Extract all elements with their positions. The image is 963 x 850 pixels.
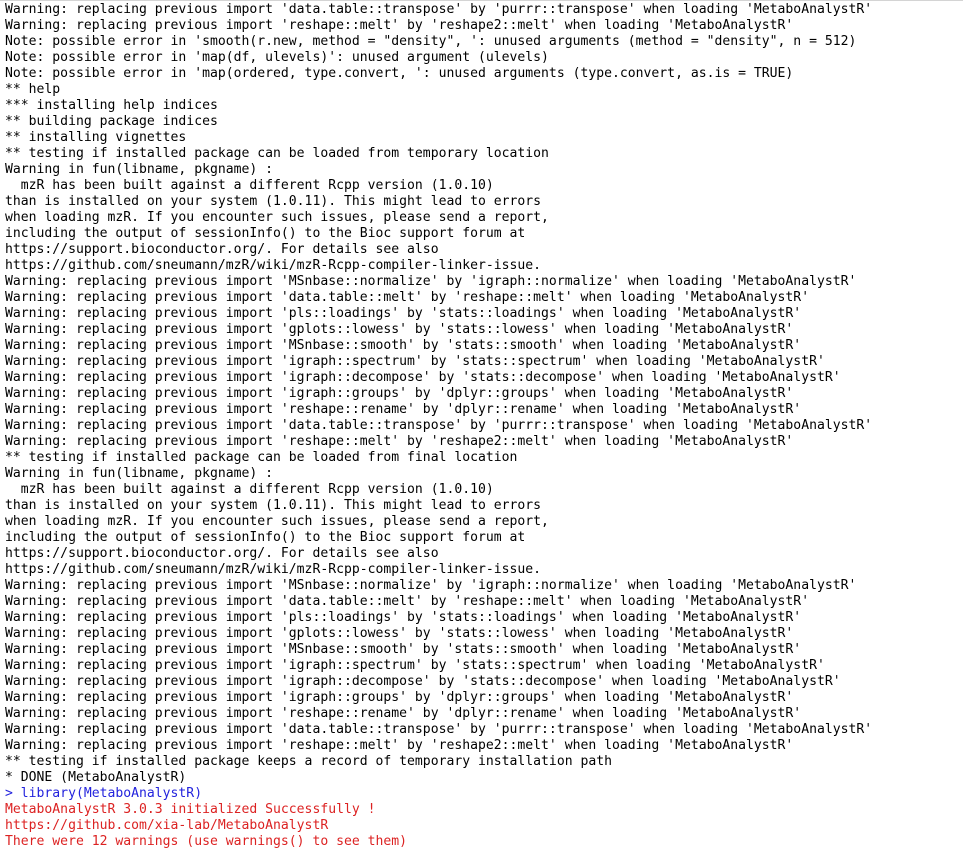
console-line: Warning: replacing previous import 'igra… xyxy=(5,354,825,369)
console-line: ** testing if installed package keeps a … xyxy=(5,754,612,769)
console-line: Warning: replacing previous import 'resh… xyxy=(5,18,794,33)
console-line: There were 12 warnings (use warnings() t… xyxy=(5,834,408,849)
console-line: Warning: replacing previous import 'resh… xyxy=(5,402,802,417)
console-line: ** testing if installed package can be l… xyxy=(5,146,549,161)
console-line: https://github.com/xia-lab/MetaboAnalyst… xyxy=(5,818,329,833)
console-line: than is installed on your system (1.0.11… xyxy=(5,498,542,513)
console-line: Warning: replacing previous import 'igra… xyxy=(5,690,794,705)
console-line: ** testing if installed package can be l… xyxy=(5,450,518,465)
console-line: Warning: replacing previous import 'gplo… xyxy=(5,626,794,641)
console-line: Warning: replacing previous import 'pls:… xyxy=(5,306,802,321)
console-line: Warning: replacing previous import 'data… xyxy=(5,418,873,433)
console-line: Warning: replacing previous import 'gplo… xyxy=(5,322,794,337)
console-line: Warning: replacing previous import 'data… xyxy=(5,290,810,305)
console-line: *** installing help indices xyxy=(5,98,218,113)
console-line: https://support.bioconductor.org/. For d… xyxy=(5,242,439,257)
console-line: Warning: replacing previous import 'data… xyxy=(5,594,810,609)
console-line: including the output of sessionInfo() to… xyxy=(5,226,526,241)
console-line: Warning: replacing previous import 'resh… xyxy=(5,434,794,449)
console-line: ** building package indices xyxy=(5,114,218,129)
console-line: Warning: replacing previous import 'igra… xyxy=(5,370,841,385)
console-line: * DONE (MetaboAnalystR) xyxy=(5,770,187,785)
console-line: Warning: replacing previous import 'data… xyxy=(5,722,873,737)
console-line: Warning: replacing previous import 'igra… xyxy=(5,386,794,401)
console-line: Warning: replacing previous import 'resh… xyxy=(5,706,802,721)
console-line: ** help xyxy=(5,82,61,97)
console-line: Warning: replacing previous import 'igra… xyxy=(5,658,825,673)
console-line: Warning: replacing previous import 'data… xyxy=(5,2,873,17)
console-line: Warning: replacing previous import 'igra… xyxy=(5,674,841,689)
console-line: Warning: replacing previous import 'MSnb… xyxy=(5,338,802,353)
console-line: Note: possible error in 'map(ordered, ty… xyxy=(5,66,794,81)
console-line: Warning in fun(libname, pkgname) : xyxy=(5,162,274,177)
console-line: when loading mzR. If you encounter such … xyxy=(5,514,549,529)
console-line: Warning in fun(libname, pkgname) : xyxy=(5,466,274,481)
console-line: mzR has been built against a different R… xyxy=(5,482,494,497)
console-line: Warning: replacing previous import 'MSnb… xyxy=(5,642,802,657)
console-line: MetaboAnalystR 3.0.3 initialized Success… xyxy=(5,802,376,817)
console-line: including the output of sessionInfo() to… xyxy=(5,530,526,545)
console-line: https://github.com/sneumann/mzR/wiki/mzR… xyxy=(5,562,542,577)
console-line: > library(MetaboAnalystR) xyxy=(5,786,203,801)
console-line: ** installing vignettes xyxy=(5,130,187,145)
console-line: Note: possible error in 'smooth(r.new, m… xyxy=(5,34,857,49)
console-line: Warning: replacing previous import 'resh… xyxy=(5,738,794,753)
console-line: https://github.com/sneumann/mzR/wiki/mzR… xyxy=(5,258,542,273)
console-line: when loading mzR. If you encounter such … xyxy=(5,210,549,225)
console-line: Warning: replacing previous import 'MSnb… xyxy=(5,578,857,593)
console-line: than is installed on your system (1.0.11… xyxy=(5,194,542,209)
r-console-output-pane[interactable]: Warning: replacing previous import 'data… xyxy=(0,0,963,850)
console-line-list: Warning: replacing previous import 'data… xyxy=(5,2,963,850)
console-line: Warning: replacing previous import 'MSnb… xyxy=(5,274,857,289)
console-line: Note: possible error in 'map(df, ulevels… xyxy=(5,50,549,65)
console-line: mzR has been built against a different R… xyxy=(5,178,494,193)
console-line: https://support.bioconductor.org/. For d… xyxy=(5,546,439,561)
console-line: Warning: replacing previous import 'pls:… xyxy=(5,610,802,625)
